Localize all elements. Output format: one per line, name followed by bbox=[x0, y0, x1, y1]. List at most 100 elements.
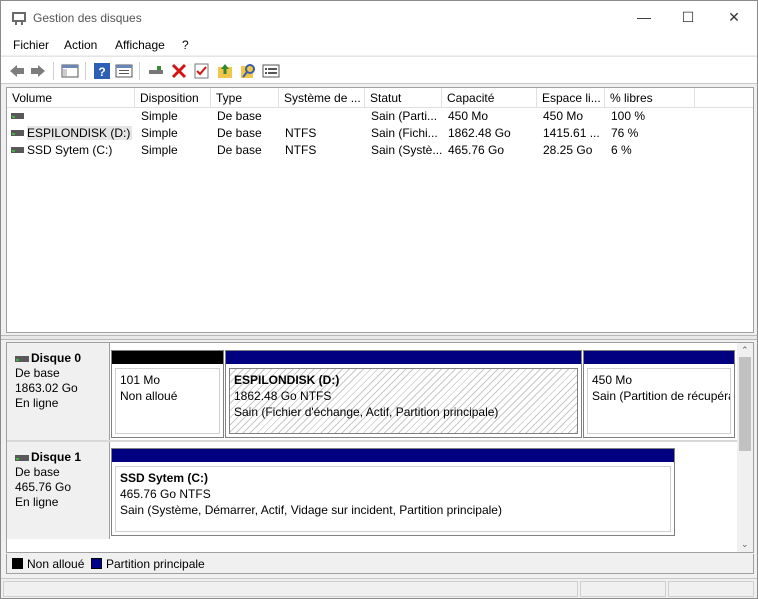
partition-status: Sain (Partition de récupéra bbox=[592, 389, 731, 403]
column-header-pct-libres[interactable]: % libres bbox=[605, 88, 695, 108]
menu-fichier[interactable]: Fichier bbox=[13, 38, 49, 52]
disk-1-size: 465.76 Go bbox=[15, 480, 72, 494]
partition-bar-primary bbox=[112, 449, 674, 462]
cell-statut: Sain (Parti... bbox=[371, 109, 438, 123]
cell-disposition: Simple bbox=[141, 109, 178, 123]
disk-0-status: En ligne bbox=[15, 396, 59, 410]
table-row[interactable]: ESPILONDISK (D:) Simple De base NTFS Sai… bbox=[7, 125, 753, 142]
disk-0-label[interactable]: Disque 0 De base 1863.02 Go En ligne bbox=[7, 343, 110, 440]
column-header-espace-libre[interactable]: Espace li... bbox=[537, 88, 605, 108]
column-header-type[interactable]: Type bbox=[211, 88, 279, 108]
volume-icon bbox=[11, 147, 24, 153]
search-icon[interactable] bbox=[239, 62, 257, 80]
column-header-capacite[interactable]: Capacité bbox=[442, 88, 537, 108]
toolbar-separator bbox=[53, 62, 54, 80]
back-icon[interactable] bbox=[8, 62, 26, 80]
folder-up-icon[interactable] bbox=[216, 62, 234, 80]
scroll-down-icon[interactable]: ⌄ bbox=[741, 539, 749, 550]
svg-text:?: ? bbox=[98, 65, 105, 79]
disk-0-size: 1863.02 Go bbox=[15, 381, 78, 395]
cell-type: De base bbox=[217, 143, 262, 157]
maximize-button[interactable]: ☐ bbox=[665, 1, 711, 35]
column-header-filler bbox=[695, 88, 753, 108]
help-icon[interactable]: ? bbox=[93, 62, 111, 80]
cell-espace-libre: 1415.61 ... bbox=[543, 126, 600, 140]
cell-pct-libres: 6 % bbox=[611, 143, 632, 157]
scrollbar-thumb[interactable] bbox=[739, 357, 751, 451]
toolbar-separator bbox=[85, 62, 86, 80]
cell-statut: Sain (Systè... bbox=[371, 143, 442, 157]
disk-map-pane[interactable]: Disque 0 De base 1863.02 Go En ligne 101… bbox=[6, 342, 754, 553]
show-hide-console-tree-icon[interactable] bbox=[61, 62, 79, 80]
partition-title: SSD Sytem (C:) bbox=[120, 471, 209, 485]
status-cell bbox=[3, 581, 578, 597]
cell-file-system: NTFS bbox=[285, 126, 317, 140]
check-icon[interactable] bbox=[193, 62, 211, 80]
disk-icon bbox=[15, 454, 29, 461]
partition-size: 1862.48 Go NTFS bbox=[234, 389, 332, 403]
scroll-up-icon[interactable]: ⌃ bbox=[741, 345, 749, 356]
volume-icon bbox=[11, 113, 24, 119]
menu-help[interactable]: ? bbox=[182, 38, 189, 52]
partition-bar-unallocated bbox=[112, 351, 223, 364]
menu-bar: Fichier Action Affichage ? bbox=[1, 35, 757, 55]
cell-disposition: Simple bbox=[141, 126, 178, 140]
partition-status: Sain (Système, Démarrer, Actif, Vidage s… bbox=[120, 503, 502, 517]
partition-details: 450 Mo Sain (Partition de récupéra bbox=[587, 368, 731, 434]
forward-icon[interactable] bbox=[29, 62, 47, 80]
disk-1-type: De base bbox=[15, 465, 60, 479]
cell-type: De base bbox=[217, 126, 262, 140]
table-row[interactable]: Simple De base Sain (Parti... 450 Mo 450… bbox=[7, 108, 753, 125]
column-header-disposition[interactable]: Disposition bbox=[135, 88, 211, 108]
close-button[interactable]: ✕ bbox=[711, 1, 757, 35]
toolbar: ? bbox=[1, 56, 757, 84]
partition-unallocated[interactable]: 101 Mo Non alloué bbox=[111, 350, 224, 438]
title-bar[interactable]: Gestion des disques — ☐ ✕ bbox=[1, 1, 757, 35]
vertical-scrollbar[interactable]: ⌃ ⌄ bbox=[737, 343, 753, 552]
menu-affichage[interactable]: Affichage bbox=[115, 38, 165, 52]
cell-volume: ESPILONDISK (D:) bbox=[27, 126, 132, 140]
column-header-volume[interactable]: Volume bbox=[7, 88, 135, 108]
cell-file-system: NTFS bbox=[285, 143, 317, 157]
partition-size: 465.76 Go NTFS bbox=[120, 487, 211, 501]
legend-label-unallocated: Non alloué bbox=[27, 557, 85, 571]
partition-status: Non alloué bbox=[120, 389, 178, 403]
connect-disk-icon[interactable] bbox=[147, 62, 165, 80]
partition-details-selected: ESPILONDISK (D:) 1862.48 Go NTFS Sain (F… bbox=[229, 368, 578, 434]
cell-disposition: Simple bbox=[141, 143, 178, 157]
cell-pct-libres: 100 % bbox=[611, 109, 646, 123]
table-row[interactable]: SSD Sytem (C:) Simple De base NTFS Sain … bbox=[7, 142, 753, 159]
disk-1-status: En ligne bbox=[15, 495, 59, 509]
partition-espilondisk[interactable]: ESPILONDISK (D:) 1862.48 Go NTFS Sain (F… bbox=[225, 350, 582, 438]
disk-management-app-icon bbox=[12, 12, 26, 25]
cell-pct-libres: 76 % bbox=[611, 126, 639, 140]
minimize-button[interactable]: — bbox=[621, 1, 667, 35]
partition-recovery[interactable]: 450 Mo Sain (Partition de récupéra bbox=[583, 350, 735, 438]
window-title: Gestion des disques bbox=[33, 11, 142, 25]
volume-list[interactable]: Volume Disposition Type Système de ... S… bbox=[6, 87, 754, 333]
cell-capacite: 465.76 Go bbox=[448, 143, 505, 157]
properties-icon[interactable] bbox=[115, 62, 133, 80]
cell-type: De base bbox=[217, 109, 262, 123]
cell-capacite: 450 Mo bbox=[448, 109, 489, 123]
partition-bar-primary bbox=[226, 351, 581, 364]
partition-title: ESPILONDISK (D:) bbox=[234, 373, 340, 387]
column-header-file-system[interactable]: Système de ... bbox=[279, 88, 365, 108]
column-header-statut[interactable]: Statut bbox=[365, 88, 442, 108]
disk-1-name: Disque 1 bbox=[31, 450, 82, 464]
status-cell bbox=[580, 581, 666, 597]
partition-bar-primary bbox=[584, 351, 734, 364]
toolbar-separator bbox=[139, 62, 140, 80]
disk-0-type: De base bbox=[15, 366, 60, 380]
list-view-icon[interactable] bbox=[262, 62, 280, 80]
legend-label-primary: Partition principale bbox=[106, 557, 205, 571]
delete-icon[interactable] bbox=[170, 62, 188, 80]
volume-icon bbox=[11, 130, 24, 136]
menu-action[interactable]: Action bbox=[64, 38, 97, 52]
pane-splitter[interactable] bbox=[1, 335, 757, 340]
disk-1-label[interactable]: Disque 1 De base 465.76 Go En ligne bbox=[7, 442, 110, 539]
disk-icon bbox=[15, 355, 29, 362]
legend-swatch-primary bbox=[91, 558, 102, 569]
partition-details: 101 Mo Non alloué bbox=[115, 368, 220, 434]
partition-ssd-system[interactable]: SSD Sytem (C:) 465.76 Go NTFS Sain (Syst… bbox=[111, 448, 675, 536]
